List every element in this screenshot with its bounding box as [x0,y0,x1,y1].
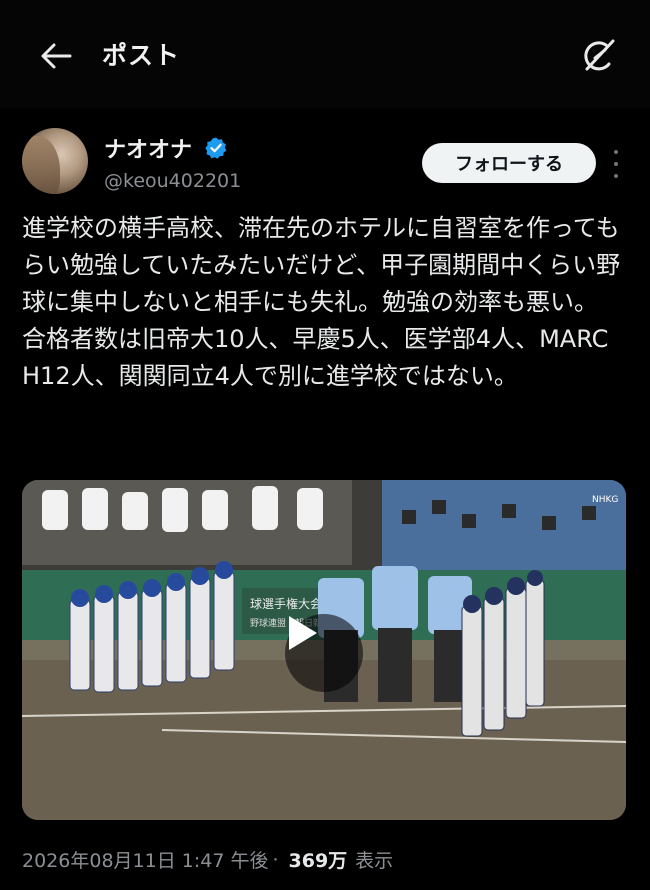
post-meta: 2026年08月11日 1:47 午後 · 369万 表示 [22,846,393,873]
play-icon [289,616,317,650]
play-button[interactable] [285,614,363,692]
arrow-left-icon [41,43,72,69]
post-timestamp[interactable]: 2026年08月11日 1:47 午後 [22,846,268,873]
verified-badge-icon [205,137,227,159]
author-handle[interactable]: @keou402201 [104,170,241,192]
scoreboard-text: NHKG [592,495,618,505]
top-bar: ポスト [0,0,650,108]
follow-button[interactable]: フォローする [422,143,596,183]
more-dot-icon [614,150,618,154]
grok-icon [584,39,615,71]
video-player[interactable]: NHKG 球選手権大会 野球連盟・朝日新聞社 [22,480,626,820]
more-dot-icon [614,162,618,166]
view-count-label: 表示 [355,850,394,872]
banner-text: 球選手権大会 [250,596,322,611]
post-text: 進学校の横手高校、滞在先のホテルに自習室を作ってもらい勉強していたみたいだけど、… [22,214,621,390]
avatar-image [22,136,60,194]
view-count: 369万 [288,850,348,872]
page-title: ポスト [102,41,181,70]
meta-separator: · [272,848,279,871]
back-button[interactable] [36,38,76,74]
more-dot-icon [614,174,618,178]
more-options-button[interactable] [606,150,626,178]
author-display-name[interactable]: ナオオナ [104,132,192,164]
avatar[interactable] [22,128,88,194]
grok-button[interactable] [576,36,620,76]
